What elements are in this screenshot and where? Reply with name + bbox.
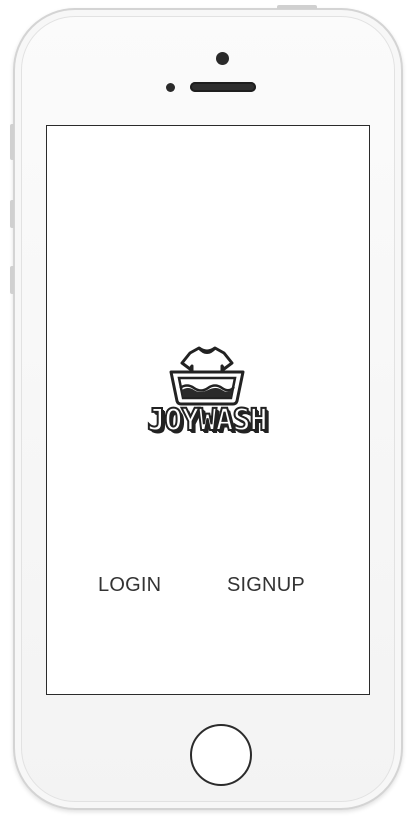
proximity-sensor xyxy=(166,83,175,92)
mute-switch xyxy=(10,124,14,160)
signup-button[interactable]: SIGNUP xyxy=(227,574,305,597)
front-camera xyxy=(216,52,229,65)
washing-tshirt-basin-icon xyxy=(169,346,245,406)
app-screen: JOYWASH LOGIN SIGNUP xyxy=(46,125,370,695)
home-button[interactable] xyxy=(190,724,252,786)
app-logo: JOYWASH xyxy=(127,341,287,451)
volume-up-button xyxy=(10,200,14,228)
login-button[interactable]: LOGIN xyxy=(98,574,161,597)
power-button xyxy=(277,5,317,9)
logo-wordmark: JOYWASH xyxy=(146,402,268,439)
volume-down-button xyxy=(10,266,14,294)
earpiece-speaker xyxy=(190,82,256,92)
